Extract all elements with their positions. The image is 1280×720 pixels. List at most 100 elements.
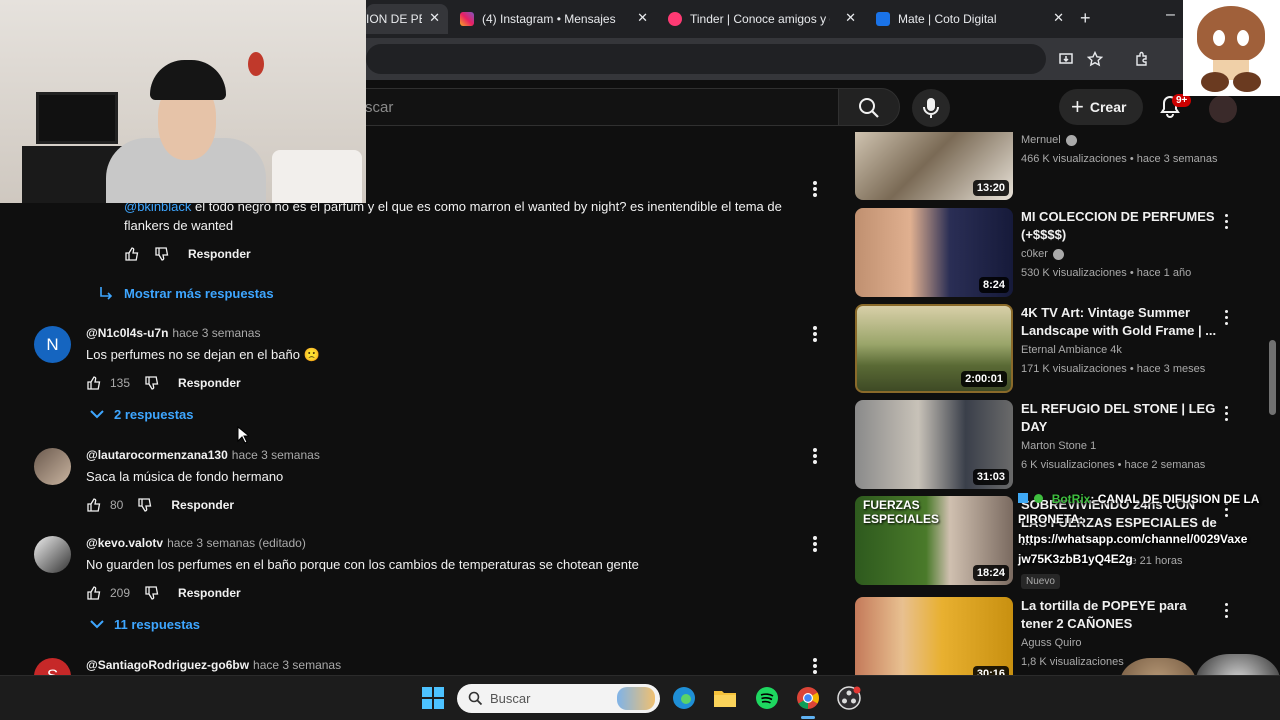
extensions-icon[interactable] xyxy=(1131,48,1153,70)
video-thumbnail[interactable]: 8:24 xyxy=(855,208,1013,297)
like-icon[interactable] xyxy=(86,497,102,513)
more-options-icon[interactable] xyxy=(1223,310,1229,328)
bookmark-star-icon[interactable] xyxy=(1084,48,1106,70)
tab-close-icon[interactable]: ✕ xyxy=(1053,10,1064,26)
sidebar-video[interactable]: 2:00:01 4K TV Art: Vintage Summer Landsc… xyxy=(855,304,1235,394)
comment: S @SantiagoRodriguez-go6bwhace 3 semanas xyxy=(0,658,840,675)
video-channel[interactable]: Eternal Ambiance 4k xyxy=(1021,344,1122,356)
sidebar-video[interactable]: 8:24 MI COLECCION DE PERFUMES (+$$$$) c0… xyxy=(855,208,1235,298)
scrollbar-thumb[interactable] xyxy=(1269,340,1276,415)
dislike-icon[interactable] xyxy=(154,246,170,262)
microphone-icon xyxy=(923,98,939,118)
video-title[interactable]: MI COLECCION DE PERFUMES (+$$$$) xyxy=(1021,208,1217,244)
comment-time: hace 3 semanas xyxy=(231,448,320,462)
author-name: @lautarocormenzana130 xyxy=(86,448,228,462)
tab-coto[interactable]: Mate | Coto Digital ✕ xyxy=(876,4,1072,34)
obs-icon[interactable] xyxy=(837,686,861,710)
reply-button[interactable]: Responder xyxy=(171,498,234,512)
video-channel[interactable]: Mernuel xyxy=(1021,134,1077,146)
reply-button[interactable]: Responder xyxy=(178,376,241,390)
more-options-icon[interactable] xyxy=(1223,603,1229,621)
more-options-icon[interactable] xyxy=(812,448,818,466)
account-avatar[interactable] xyxy=(1209,95,1237,123)
cart-icon xyxy=(876,12,890,26)
like-icon[interactable] xyxy=(86,585,102,601)
video-duration: 8:24 xyxy=(978,277,1009,293)
author-name: @kevo.valotv xyxy=(86,536,164,550)
video-thumbnail[interactable]: 30:16 xyxy=(855,597,1013,675)
address-bar[interactable] xyxy=(366,44,1046,74)
tab-close-icon[interactable]: ✕ xyxy=(637,10,648,26)
sidebar-video[interactable]: 31:03 EL REFUGIO DEL STONE | LEG DAY Mar… xyxy=(855,400,1235,490)
verified-icon xyxy=(1034,494,1044,503)
chevron-down-icon xyxy=(90,618,104,632)
dislike-icon[interactable] xyxy=(144,375,160,391)
video-duration: 31:03 xyxy=(972,469,1009,485)
video-channel[interactable]: Marton Stone 1 xyxy=(1021,440,1096,452)
author-name: @N1c0l4s-u7n xyxy=(86,326,169,340)
dislike-icon[interactable] xyxy=(144,585,160,601)
video-thumbnail[interactable]: 31:03 xyxy=(855,400,1013,489)
view-replies-link[interactable]: 2 respuestas xyxy=(90,407,194,422)
more-options-icon[interactable] xyxy=(1223,214,1229,232)
reply-button[interactable]: Responder xyxy=(178,586,241,600)
tab-active-partial[interactable]: ION DE PE ✕ xyxy=(366,4,448,34)
like-icon[interactable] xyxy=(124,246,140,262)
tab-instagram[interactable]: (4) Instagram • Mensajes ✕ xyxy=(460,4,656,34)
video-meta: 6 K visualizaciones • hace 2 semanas xyxy=(1021,459,1206,471)
chevron-down-icon xyxy=(90,408,104,422)
new-tab-button[interactable]: + xyxy=(1080,8,1091,29)
mouse-cursor-icon xyxy=(237,426,249,444)
spotify-icon[interactable] xyxy=(755,686,779,710)
video-thumbnail[interactable]: FUERZAS ESPECIALES 18:24 xyxy=(855,496,1013,585)
video-title[interactable]: 4K TV Art: Vintage Summer Landscape with… xyxy=(1021,304,1217,340)
chrome-icon[interactable] xyxy=(796,686,820,710)
create-label: Crear xyxy=(1089,99,1127,115)
screen: ION DE PE ✕ (4) Instagram • Mensajes ✕ T… xyxy=(0,0,1280,720)
like-count: 135 xyxy=(110,376,131,390)
comment-author[interactable]: @kevo.valotv hace 3 semanas (editado) xyxy=(86,536,306,550)
avatar[interactable]: S xyxy=(34,658,71,675)
reply-actions: Responder xyxy=(124,244,251,264)
video-thumbnail[interactable]: 13:20 xyxy=(855,132,1013,200)
show-more-replies-link[interactable]: Mostrar más respuestas xyxy=(98,285,274,301)
tab-close-icon[interactable]: ✕ xyxy=(429,10,440,26)
more-options-icon[interactable] xyxy=(1223,406,1229,424)
taskbar-search[interactable]: Buscar xyxy=(457,684,660,713)
video-channel[interactable]: Aguss Quiro xyxy=(1021,637,1082,649)
view-replies-link[interactable]: 11 respuestas xyxy=(90,617,200,632)
avatar[interactable] xyxy=(34,448,71,485)
tab-tinder[interactable]: Tinder | Conoce amigos y ge ✕ xyxy=(668,4,864,34)
comment-text: Saca la música de fondo hermano xyxy=(86,469,284,484)
video-channel[interactable]: c0ker xyxy=(1021,248,1064,260)
dislike-icon[interactable] xyxy=(137,497,153,513)
reply-button[interactable]: Responder xyxy=(188,247,251,261)
video-title[interactable]: La tortilla de POPEYE para tener 2 CAÑON… xyxy=(1021,597,1217,633)
more-options-icon[interactable] xyxy=(812,658,818,675)
video-duration: 18:24 xyxy=(972,565,1009,581)
edge-icon[interactable] xyxy=(672,686,696,710)
avatar[interactable] xyxy=(34,536,71,573)
create-button[interactable]: + Crear xyxy=(1059,89,1143,125)
search-input[interactable]: scar xyxy=(340,88,838,126)
search-button[interactable] xyxy=(838,88,900,126)
minimize-button[interactable]: – xyxy=(1166,6,1175,24)
more-options-icon[interactable] xyxy=(812,536,818,554)
more-options-icon[interactable] xyxy=(812,326,818,344)
video-title[interactable]: EL REFUGIO DEL STONE | LEG DAY xyxy=(1021,400,1217,436)
file-explorer-icon[interactable] xyxy=(713,686,737,710)
comment-author[interactable]: @SantiagoRodriguez-go6bw hace 3 semanas xyxy=(86,658,341,672)
stream-chat-overlay: BotRix: CANAL DE DIFUSION DE LA PIRONETA… xyxy=(1018,489,1280,569)
overlay-link-line2: jw75K3zbB1yQ4E2g xyxy=(1018,552,1133,566)
avatar[interactable]: N xyxy=(34,326,71,363)
like-icon[interactable] xyxy=(86,375,102,391)
install-app-icon[interactable] xyxy=(1055,48,1077,70)
sidebar-video[interactable]: 13:20 Mernuel 466 K visualizaciones • ha… xyxy=(855,132,1235,202)
comment-author[interactable]: @lautarocormenzana130 hace 3 semanas xyxy=(86,448,320,462)
comment-author[interactable]: @N1c0l4s-u7n hace 3 semanas xyxy=(86,326,260,340)
tab-close-icon[interactable]: ✕ xyxy=(845,10,856,26)
video-thumbnail[interactable]: 2:00:01 xyxy=(855,304,1013,393)
windows-start-icon[interactable] xyxy=(422,687,444,709)
more-options-icon[interactable] xyxy=(812,181,818,199)
voice-search-button[interactable] xyxy=(912,89,950,127)
